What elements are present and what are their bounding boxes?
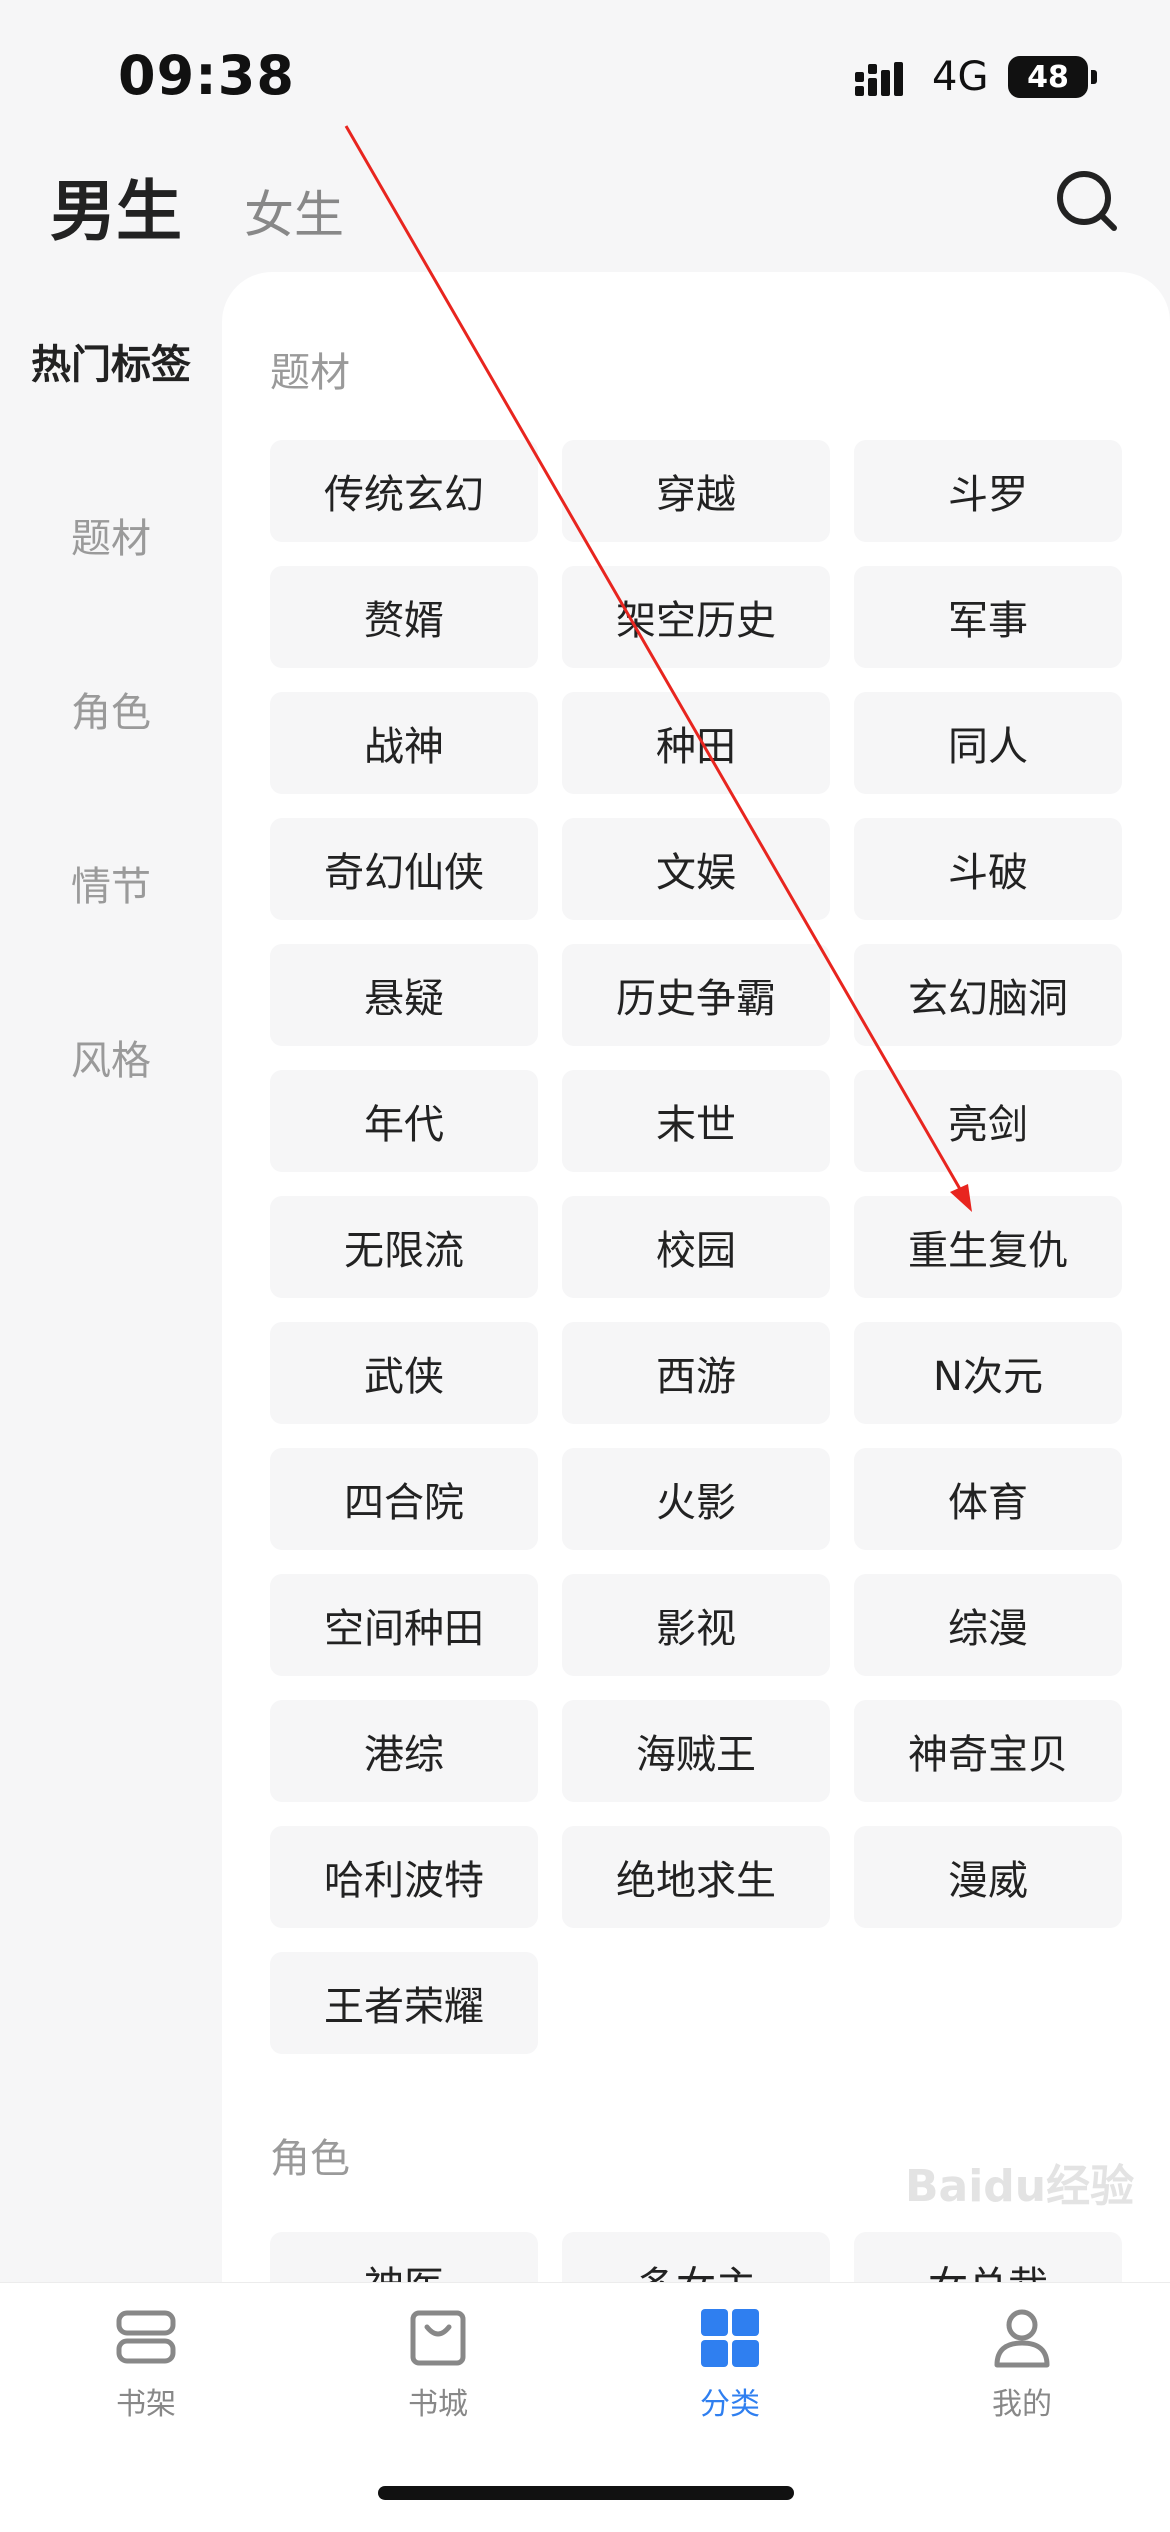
search-icon[interactable] — [1054, 168, 1120, 234]
category-sidebar: 热门标签 题材 角色 情节 风格 — [0, 272, 222, 2262]
nav-label: 书架 — [116, 2387, 176, 2422]
tag-chip[interactable]: 武侠 — [270, 1322, 538, 1424]
tag-chip[interactable]: 绝地求生 — [562, 1826, 830, 1928]
tag-chip[interactable]: 漫威 — [854, 1826, 1122, 1928]
tag-chip[interactable]: 战神 — [270, 692, 538, 794]
tag-chip[interactable]: 神奇宝贝 — [854, 1700, 1122, 1802]
tag-chip[interactable]: 影视 — [562, 1574, 830, 1676]
nav-label: 书城 — [408, 2387, 468, 2422]
tag-chip[interactable]: 传统玄幻 — [270, 440, 538, 542]
tag-chip[interactable]: 斗罗 — [854, 440, 1122, 542]
cellular-signal-icon — [855, 62, 903, 96]
nav-bookshelf[interactable]: 书架 — [46, 2303, 246, 2423]
nav-category[interactable]: 分类 — [630, 2303, 830, 2423]
tag-chip[interactable]: 文娱 — [562, 818, 830, 920]
tag-chip[interactable]: 赘婿 — [270, 566, 538, 668]
battery-tip — [1091, 70, 1097, 84]
tag-chip[interactable]: 重生复仇 — [854, 1196, 1122, 1298]
nav-bookstore[interactable]: 书城 — [338, 2303, 538, 2423]
tag-chip[interactable]: 玄幻脑洞 — [854, 944, 1122, 1046]
tag-chip[interactable]: 哈利波特 — [270, 1826, 538, 1928]
tag-chip[interactable]: 火影 — [562, 1448, 830, 1550]
sidebar-item-theme[interactable]: 题材 — [0, 506, 222, 564]
tag-chip[interactable]: 四合院 — [270, 1448, 538, 1550]
tag-chip[interactable]: 神医 — [270, 2232, 538, 2282]
network-type: 4G — [932, 54, 989, 100]
tag-chip[interactable]: 无限流 — [270, 1196, 538, 1298]
nav-label: 分类 — [700, 2387, 760, 2422]
battery-icon: 48 — [1008, 56, 1088, 98]
tag-chip[interactable]: 空间种田 — [270, 1574, 538, 1676]
tag-chip[interactable]: 种田 — [562, 692, 830, 794]
bookstore-bag-icon — [410, 2310, 466, 2366]
tag-chip[interactable]: 历史争霸 — [562, 944, 830, 1046]
tag-chip[interactable]: 西游 — [562, 1322, 830, 1424]
profile-icon — [994, 2309, 1050, 2368]
status-bar: 09:38 4G 48 — [0, 0, 1170, 150]
tag-chip[interactable]: 军事 — [854, 566, 1122, 668]
home-indicator — [378, 2486, 794, 2500]
tag-chip[interactable]: 校园 — [562, 1196, 830, 1298]
battery-level: 48 — [1027, 59, 1069, 95]
tag-chip[interactable]: 末世 — [562, 1070, 830, 1172]
tab-female[interactable]: 女生 — [244, 175, 344, 247]
bookshelf-icon — [116, 2310, 176, 2364]
tag-chip[interactable]: 王者荣耀 — [270, 1952, 538, 2054]
tag-chip[interactable]: 悬疑 — [270, 944, 538, 1046]
nav-profile[interactable]: 我的 — [922, 2303, 1122, 2423]
tag-chip[interactable]: 年代 — [270, 1070, 538, 1172]
tag-chip[interactable]: N次元 — [854, 1322, 1122, 1424]
watermark-logo: Baidu经验 — [905, 2161, 1135, 2212]
tag-chip[interactable]: 多女主 — [562, 2232, 830, 2282]
tag-chip[interactable]: 亮剑 — [854, 1070, 1122, 1172]
tag-chip[interactable]: 综漫 — [854, 1574, 1122, 1676]
tag-panel: 题材 传统玄幻 穿越 斗罗赘婿 架空历史 军事战神 种田 同人奇幻仙侠 文娱 斗破悬疑 历史争霸玄… — [222, 272, 1170, 2282]
sidebar-item-plot[interactable]: 情节 — [0, 854, 222, 912]
tag-chip[interactable]: 架空历史 — [562, 566, 830, 668]
category-grid-icon — [701, 2309, 759, 2367]
sidebar-item-hot-tags[interactable]: 热门标签 — [0, 332, 222, 390]
tag-chip[interactable]: 穿越 — [562, 440, 830, 542]
tag-chip[interactable]: 斗破 — [854, 818, 1122, 920]
app-screen: 09:38 4G 48 男生 女生 热门标签 题材 角色 情节 风格 题材 传统… — [0, 0, 1170, 2532]
sidebar-item-role[interactable]: 角色 — [0, 680, 222, 738]
section-title: 角色 — [270, 2136, 350, 2182]
tab-male[interactable]: 男生 — [50, 158, 182, 254]
tag-chip[interactable]: 港综 — [270, 1700, 538, 1802]
sidebar-item-style[interactable]: 风格 — [0, 1028, 222, 1086]
nav-label: 我的 — [992, 2387, 1052, 2422]
tag-chip[interactable]: 体育 — [854, 1448, 1122, 1550]
tag-chip[interactable]: 同人 — [854, 692, 1122, 794]
section-title: 题材 — [270, 350, 350, 396]
tag-chip[interactable]: 女总裁 — [854, 2232, 1122, 2282]
tag-chip[interactable]: 海贼王 — [562, 1700, 830, 1802]
tag-chip[interactable]: 奇幻仙侠 — [270, 818, 538, 920]
status-time: 09:38 — [118, 44, 295, 107]
